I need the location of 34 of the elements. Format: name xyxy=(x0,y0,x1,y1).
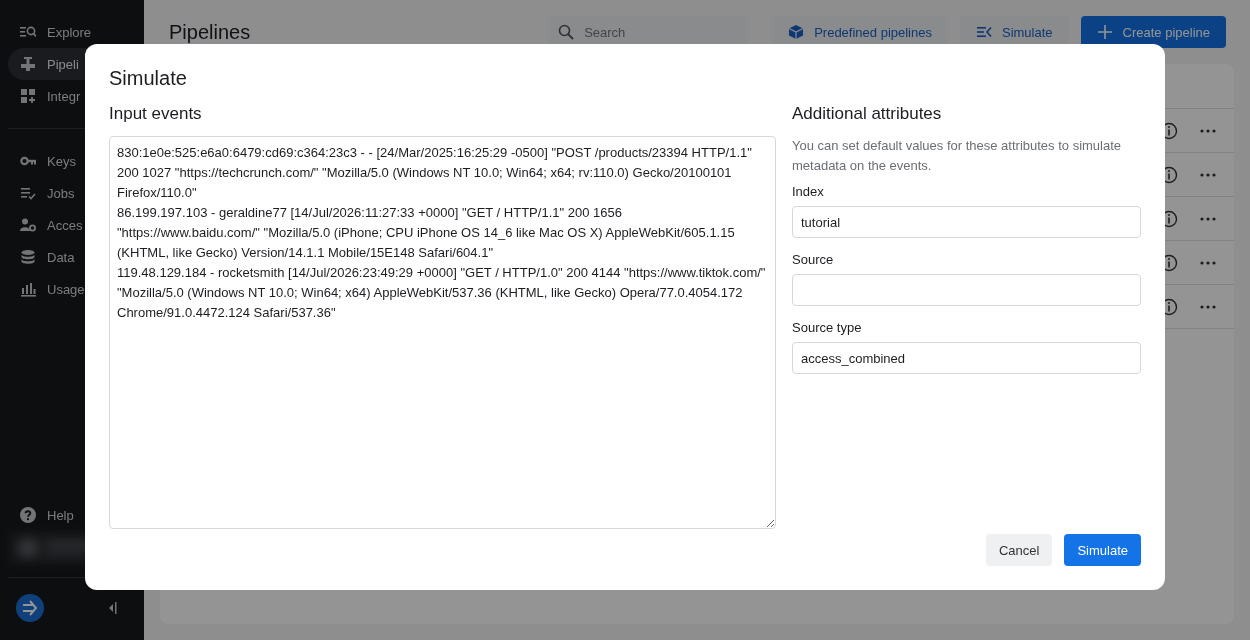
field-label: Source xyxy=(792,251,835,269)
search-icon xyxy=(558,24,575,40)
pipeline-icon xyxy=(20,56,36,72)
page-title: Pipelines xyxy=(169,20,252,44)
bar-chart-icon xyxy=(20,281,36,297)
events-field[interactable]: 830:1e0e:525:e6a0:6479:cd69:c364:23c3 - - [24/Mar/2025:16:25:29 -0500] "POST /products/23394 HTTP/1.1" 200 1027 "https://techcrunch.com/" "Mozilla/5.0 (Windows NT 10.0; Win64; x64; rv:110.0) Gecko/20100101 Firefox/110.0" 86.199.197.103 - geraldine77 [14/Jul/2026:11:27:33 +0000] "GET / HTTP/1.1" 200 1656 "https://www.baidu.com/" "Mozilla/5.0 (iPhone; CPU iPhone OS 14_6 like Mac OS X) AppleWebKit/605.1.15 (KHTML, like Gecko) Version/14.1.1 Mobile/15E148 Safari/604.1" 119.48.129.184 - rocketsmith [14/Jul/2026:23:49:29 +0000] "GET / HTTP/1.0" 200 4144 "https://www.tiktok.com/" "Mozilla/5.0 (Windows NT 10.0; Win64; x64) AppleWebKit/537.36 (KHTML, like Gecko) Opera/77.0.4054.172 Chrome/91.0.4472.124 Safari/537.36" xyxy=(109,136,776,529)
simulate-button[interactable]: Simulate xyxy=(1064,534,1141,566)
plus-icon xyxy=(1096,24,1113,40)
more-icon xyxy=(1200,304,1216,309)
section-title: Additional attributes xyxy=(792,104,943,124)
nav-item[interactable]: Explore xyxy=(8,16,136,48)
field-label: Index xyxy=(792,183,825,201)
input-field[interactable]: tutorial xyxy=(792,206,1141,238)
list-arrow-icon xyxy=(975,24,992,40)
description-text: You can set default values for these attributes to simulate metadata on the events. xyxy=(792,137,1123,175)
more-icon xyxy=(1200,216,1216,221)
field-label: Source type xyxy=(792,319,863,337)
collapse-icon xyxy=(107,601,117,615)
grid-plus-icon xyxy=(20,88,36,104)
header-button[interactable]: Create pipeline xyxy=(1080,16,1226,48)
user-gear-icon xyxy=(20,217,36,233)
cancel-button[interactable]: Cancel xyxy=(985,534,1053,566)
box-icon xyxy=(788,24,805,40)
help-icon xyxy=(20,507,36,523)
logo-icon xyxy=(16,594,44,622)
explore-icon xyxy=(20,24,36,40)
more-icon xyxy=(1200,260,1216,265)
input-field[interactable]: access_combined xyxy=(792,342,1141,374)
checklist-icon xyxy=(20,185,36,201)
section-title: Input events xyxy=(109,104,203,124)
input-field[interactable] xyxy=(792,274,1141,306)
more-icon xyxy=(1200,128,1216,133)
database-icon xyxy=(20,249,36,265)
more-icon xyxy=(1200,172,1216,177)
